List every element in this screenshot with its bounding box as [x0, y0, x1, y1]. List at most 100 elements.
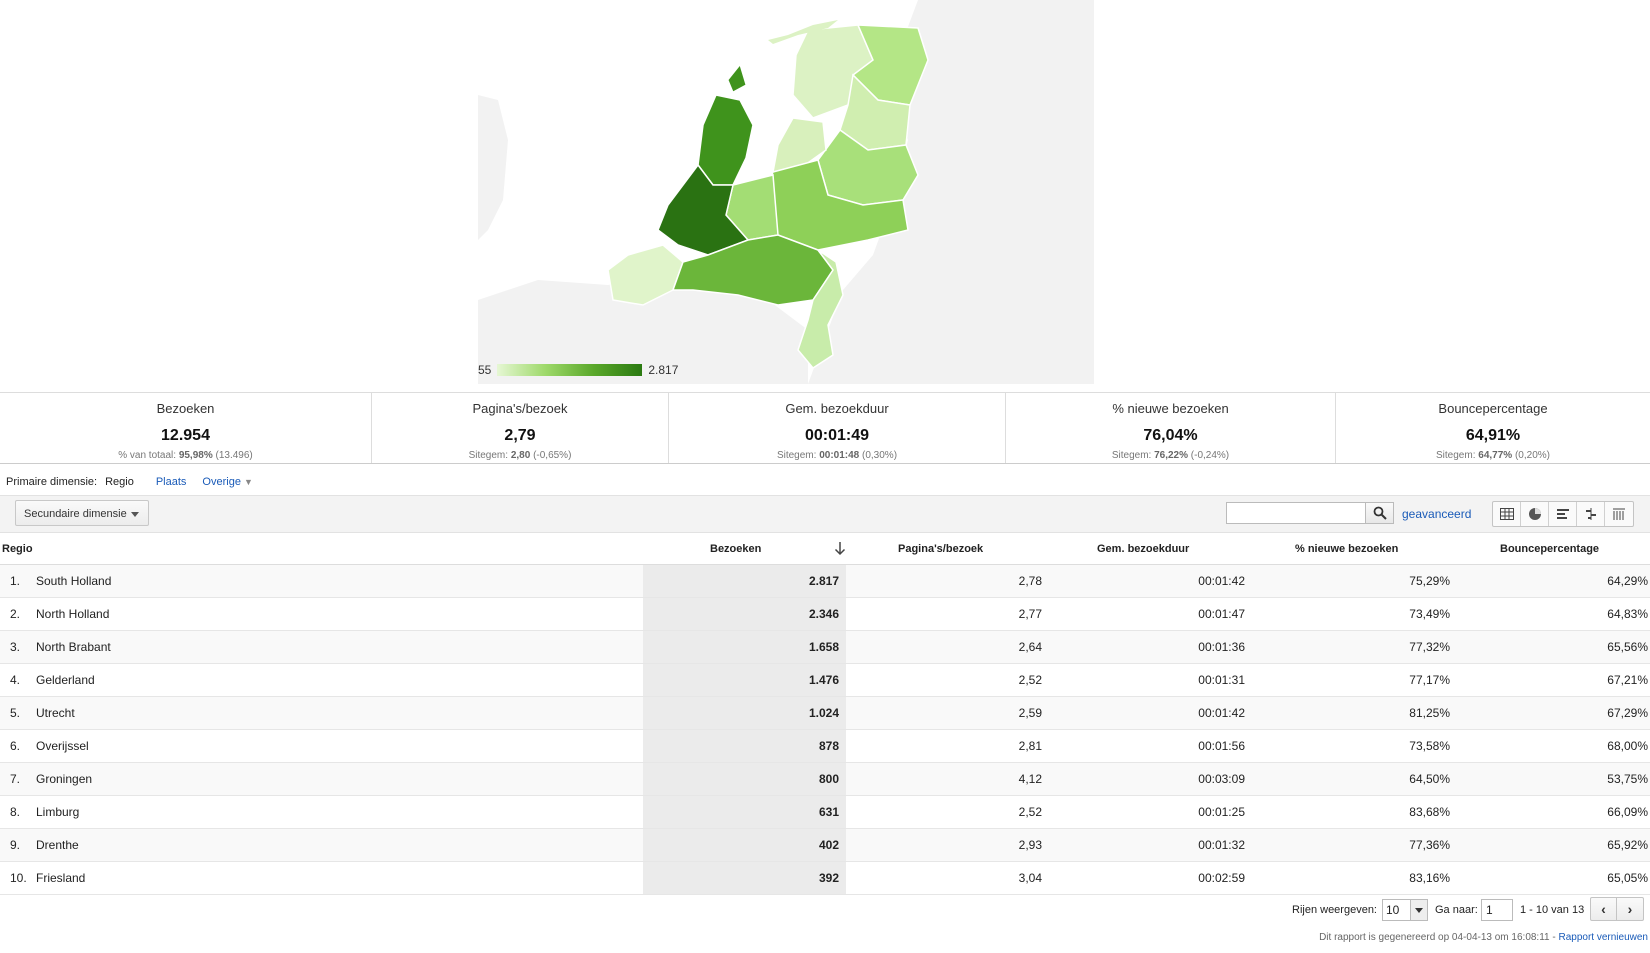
scorecard-sub: Sitegem: 00:01:48 (0,30%)	[776, 450, 898, 461]
netherlands-map[interactable]	[478, 0, 1094, 384]
pages-value: 2,78	[1018, 574, 1042, 588]
pie-view-button[interactable]	[1521, 502, 1549, 526]
pages-value: 2,77	[1018, 607, 1042, 621]
bounce-value: 64,29%	[1607, 574, 1648, 588]
dimension-overige-link[interactable]: Overige ▼	[202, 476, 253, 488]
duration-value: 00:01:31	[1198, 673, 1245, 687]
dimension-regio[interactable]: Regio	[105, 476, 134, 488]
map-legend: 55 2.817	[478, 362, 678, 378]
performance-view-button[interactable]	[1549, 502, 1577, 526]
comparison-icon	[1585, 508, 1596, 520]
region-link[interactable]: Groningen	[36, 772, 92, 786]
row-number: 9.	[10, 838, 21, 852]
region-link[interactable]: Limburg	[36, 805, 79, 819]
table-view-button[interactable]	[1493, 502, 1521, 526]
pages-value: 3,04	[1018, 871, 1042, 885]
row-number: 10.	[10, 871, 27, 885]
column-header-bounce[interactable]: Bouncepercentage	[1500, 543, 1599, 555]
table-row: 3. North Brabant 1.658 2,64 00:01:36 77,…	[0, 631, 1650, 664]
bounce-value: 65,56%	[1607, 640, 1648, 654]
row-number: 2.	[10, 607, 21, 621]
scorecard-title: Bezoeken	[156, 401, 215, 416]
chevron-down-icon: ▼	[244, 477, 253, 487]
summary-scorecards: Bezoeken 12.954 % van totaal: 95,98% (13…	[0, 392, 1650, 464]
column-header-new-visits[interactable]: % nieuwe bezoeken	[1295, 543, 1398, 555]
visits-value: 1.024	[808, 706, 839, 720]
table-search-input[interactable]	[1226, 502, 1366, 524]
next-page-button[interactable]: ›	[1617, 898, 1643, 920]
duration-value: 00:02:59	[1198, 871, 1245, 885]
geo-map[interactable]: 55 2.817	[478, 0, 1094, 384]
primary-dimension-label: Primaire dimensie:	[6, 476, 98, 488]
scorecard-value: 00:01:49	[804, 427, 870, 444]
region-link[interactable]: Overijssel	[36, 739, 89, 753]
goto-page-input[interactable]: 1	[1481, 899, 1513, 921]
prev-page-button[interactable]: ‹	[1591, 898, 1617, 920]
table-row: 9. Drenthe 402 2,93 00:01:32 77,36% 65,9…	[0, 829, 1650, 862]
region-link[interactable]: Friesland	[36, 871, 85, 885]
scorecard-value: 12.954	[161, 427, 210, 444]
comparison-view-button[interactable]	[1577, 502, 1605, 526]
scorecard-sub: Sitegem: 76,22% (-0,24%)	[1111, 450, 1230, 461]
report-footer: Dit rapport is gegenereerd op 04-04-13 o…	[1319, 932, 1648, 943]
page-nav: ‹ ›	[1590, 897, 1644, 921]
search-button[interactable]	[1366, 502, 1394, 524]
column-header-visits[interactable]: Bezoeken	[710, 543, 761, 555]
region-link[interactable]: Gelderland	[36, 673, 95, 687]
table-row: 7. Groningen 800 4,12 00:03:09 64,50% 53…	[0, 763, 1650, 796]
dimension-plaats-link[interactable]: Plaats	[156, 476, 187, 488]
scorecard-sub: Sitegem: 64,77% (0,20%)	[1436, 450, 1550, 461]
region-link[interactable]: North Brabant	[36, 640, 111, 654]
visits-value: 392	[818, 871, 839, 885]
refresh-report-link[interactable]: Rapport vernieuwen	[1559, 932, 1649, 943]
pagination-bar: Rijen weergeven: 10 Ga naar: 1 1 - 10 va…	[0, 897, 1650, 923]
column-header-pages[interactable]: Pagina's/bezoek	[898, 543, 983, 555]
scorecard-value: 2,79	[504, 427, 536, 444]
visits-value: 1.658	[808, 640, 839, 654]
column-header-region[interactable]: Regio	[2, 543, 33, 555]
new-visits-value: 75,29%	[1409, 574, 1450, 588]
table-row: 5. Utrecht 1.024 2,59 00:01:42 81,25% 67…	[0, 697, 1650, 730]
secondary-dimension-button[interactable]: Secundaire dimensie	[15, 500, 149, 526]
scorecard-title: Bouncepercentage	[1438, 401, 1548, 416]
duration-value: 00:01:25	[1198, 805, 1245, 819]
scorecard-visits[interactable]: Bezoeken 12.954 % van totaal: 95,98% (13…	[0, 393, 372, 463]
row-number: 6.	[10, 739, 21, 753]
scorecard-bounce[interactable]: Bouncepercentage 64,91% Sitegem: 64,77% …	[1336, 393, 1650, 463]
row-number: 1.	[10, 574, 21, 588]
secondary-dimension-label: Secundaire dimensie	[24, 508, 127, 520]
chevron-down-icon	[1410, 900, 1427, 920]
rows-per-page-select[interactable]: 10	[1382, 899, 1428, 921]
pie-chart-icon	[1528, 508, 1541, 520]
visits-value: 402	[818, 838, 839, 852]
region-link[interactable]: Utrecht	[36, 706, 75, 720]
scorecard-pages[interactable]: Pagina's/bezoek 2,79 Sitegem: 2,80 (-0,6…	[372, 393, 669, 463]
pivot-view-button[interactable]	[1605, 502, 1633, 526]
region-link[interactable]: South Holland	[36, 574, 111, 588]
pages-value: 2,52	[1018, 673, 1042, 687]
scorecard-title: Pagina's/bezoek	[472, 401, 568, 416]
scorecard-new-visits[interactable]: % nieuwe bezoeken 76,04% Sitegem: 76,22%…	[1006, 393, 1336, 463]
column-header-duration[interactable]: Gem. bezoekduur	[1097, 543, 1189, 555]
table-row: 1. South Holland 2.817 2,78 00:01:42 75,…	[0, 565, 1650, 598]
new-visits-value: 81,25%	[1409, 706, 1450, 720]
pages-value: 2,93	[1018, 838, 1042, 852]
search-icon	[1373, 506, 1387, 520]
new-visits-value: 83,68%	[1409, 805, 1450, 819]
advanced-filter-link[interactable]: geavanceerd	[1402, 507, 1471, 521]
duration-value: 00:01:32	[1198, 838, 1245, 852]
table-body: 1. South Holland 2.817 2,78 00:01:42 75,…	[0, 565, 1650, 895]
chevron-right-icon: ›	[1627, 901, 1633, 917]
region-link[interactable]: Drenthe	[36, 838, 79, 852]
scorecard-duration[interactable]: Gem. bezoekduur 00:01:49 Sitegem: 00:01:…	[669, 393, 1006, 463]
region-north-holland[interactable]	[697, 94, 754, 186]
pivot-table-icon	[1613, 508, 1625, 520]
sort-descending-icon[interactable]	[833, 539, 847, 557]
visits-value: 800	[818, 772, 839, 786]
pages-value: 4,12	[1018, 772, 1042, 786]
primary-dimension-bar: Primaire dimensie: Regio Plaats Overige …	[0, 470, 1650, 494]
region-north-holland-isle[interactable]	[727, 63, 747, 93]
visits-value: 878	[818, 739, 839, 753]
row-number: 5.	[10, 706, 21, 720]
region-link[interactable]: North Holland	[36, 607, 109, 621]
